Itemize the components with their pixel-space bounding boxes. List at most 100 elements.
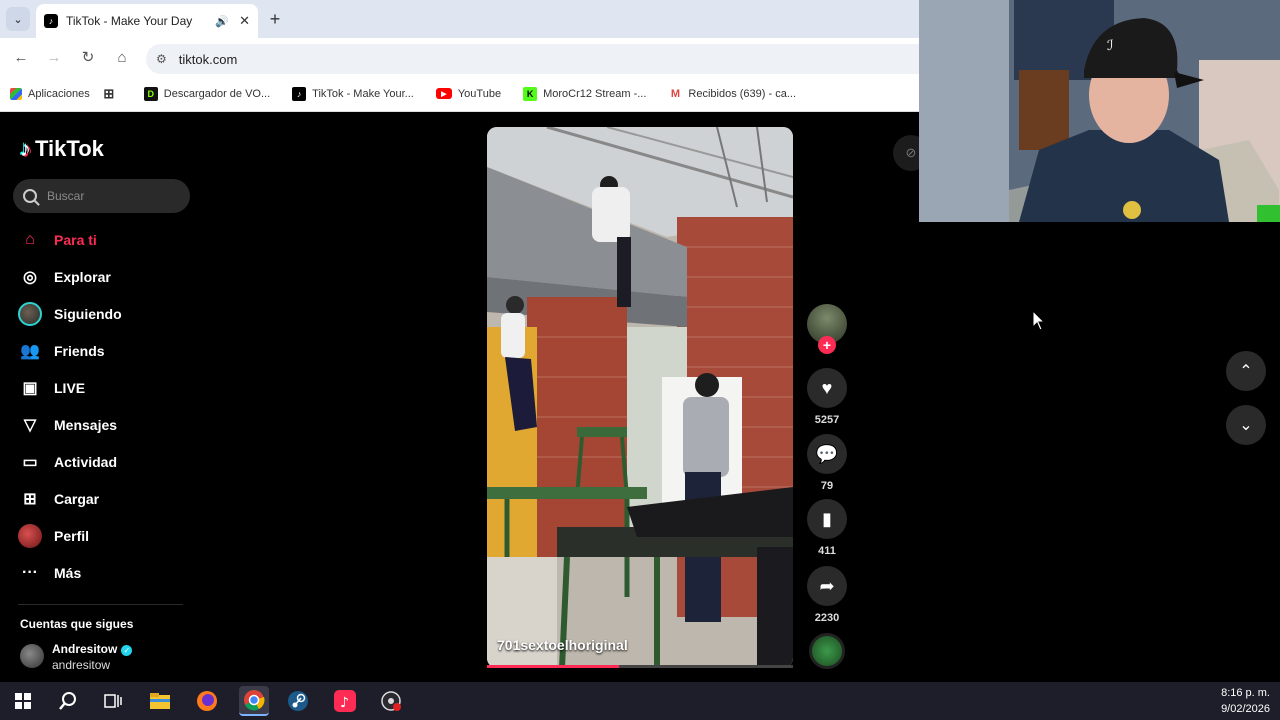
nav-item-cargar[interactable]: ⊞ Cargar (18, 484, 198, 514)
home-icon[interactable]: ⌂ (111, 46, 133, 68)
tiktok-logo-icon: ♪ (20, 136, 31, 161)
bookmark-gmail[interactable]: M Recibidos (639) - ca... (668, 86, 797, 101)
download-icon: D (143, 86, 158, 101)
comment-icon[interactable]: 💬 (807, 434, 847, 474)
nav-label: Perfil (54, 528, 90, 544)
apps-grid-icon (10, 87, 22, 100)
bookmarks-bar: Aplicaciones ⊞ D Descargador de VO... ♪ … (0, 76, 920, 112)
following-account[interactable]: Andresitow ✓ andresitow (20, 640, 133, 672)
nav-label: Más (54, 565, 82, 581)
nav-item-mensajes[interactable]: ▽ Mensajes (18, 410, 198, 440)
nav-label: Explorar (54, 269, 111, 285)
tiktok-favicon-icon: ♪ (44, 14, 58, 28)
compass-icon: ◎ (23, 269, 37, 286)
bookmark-icon[interactable]: ▮ (807, 499, 847, 539)
nav-item-mas[interactable]: ··· Más (18, 558, 198, 588)
youtube-icon: ▶ (435, 88, 452, 99)
firefox-icon[interactable] (192, 686, 222, 716)
following-section-title: Cuentas que sigues (20, 617, 134, 631)
bookmark-kick[interactable]: K MoroCr12 Stream -... (523, 86, 646, 101)
nav-item-friends[interactable]: 👥 Friends (18, 336, 198, 366)
share-arrow-icon[interactable]: ➦ (807, 566, 847, 606)
previous-video-button[interactable]: ⌃ (1226, 351, 1266, 391)
share-action[interactable]: ➦ 2230 (807, 566, 847, 624)
profile-avatar-icon (18, 524, 42, 548)
nav-item-explorar[interactable]: ◎ Explorar (18, 262, 198, 292)
bookmark-grid[interactable]: ⊞ (102, 86, 122, 101)
mouse-cursor-icon (1032, 310, 1046, 331)
taskbar-clock[interactable]: 8:16 p. m. 9/02/2026 (1221, 685, 1270, 717)
home-icon: ⌂ (25, 231, 35, 248)
bookmark-label: Aplicaciones (28, 87, 90, 100)
reload-icon[interactable]: ↻ (77, 46, 99, 68)
windows-start-icon[interactable] (8, 686, 38, 716)
search-input[interactable] (47, 189, 177, 203)
tiktok-icon: ♪ (292, 86, 307, 101)
upload-icon: ⊞ (23, 491, 37, 508)
browser-tab[interactable]: ♪ TikTok - Make Your Day 🔊 ✕ (36, 4, 258, 38)
site-info-icon[interactable]: ⚙ (156, 52, 167, 66)
nav-label: Para ti (54, 232, 97, 248)
bookmark-tiktok[interactable]: ♪ TikTok - Make Your... (292, 86, 414, 101)
live-icon: ▣ (22, 380, 38, 397)
nav-item-perfil[interactable]: Perfil (18, 521, 198, 551)
bookmark-label: YouTube (457, 87, 502, 100)
tiktok-logo[interactable]: ♪ TikTok (20, 136, 104, 162)
nav-item-actividad[interactable]: ▭ Actividad (18, 447, 198, 477)
comment-action[interactable]: 💬 79 (807, 434, 847, 492)
back-arrow-icon[interactable]: ← (10, 46, 32, 68)
follow-plus-icon[interactable]: + (818, 336, 836, 354)
forward-arrow-icon[interactable]: → (43, 46, 65, 68)
svg-text:♪: ♪ (340, 695, 349, 711)
friends-icon: 👥 (20, 343, 40, 360)
clock-time: 8:16 p. m. (1221, 687, 1270, 699)
bookmark-label: TikTok - Make Your... (312, 87, 414, 100)
nav-label: Mensajes (54, 417, 118, 433)
more-icon: ··· (22, 564, 38, 581)
account-username: andresitow (52, 658, 111, 672)
address-bar[interactable]: ⚙ tiktok.com (146, 44, 920, 74)
address-url: tiktok.com (178, 51, 238, 67)
video-player[interactable] (487, 127, 793, 668)
bookmark-label: Descargador de VO... (163, 87, 271, 100)
close-tab-icon[interactable]: ✕ (239, 13, 250, 29)
search-icon[interactable] (53, 686, 83, 716)
like-action[interactable]: ♥ 5257 (807, 368, 847, 426)
activity-icon: ▭ (22, 454, 38, 471)
bookmark-label: Recibidos (639) - ca... (688, 87, 797, 100)
send-icon: ▽ (23, 417, 37, 434)
chrome-icon[interactable] (239, 686, 269, 716)
video-progress-fill (487, 665, 619, 668)
next-video-button[interactable]: ⌄ (1226, 405, 1266, 445)
obs-recording-icon[interactable] (376, 686, 406, 716)
share-count: 2230 (814, 612, 840, 624)
tiktok-app-icon[interactable]: ♪ (330, 686, 360, 716)
nav-label: Actividad (54, 454, 118, 470)
file-explorer-icon[interactable] (145, 686, 175, 716)
nav-item-para-ti[interactable]: ⌂ Para ti (18, 225, 198, 255)
bookmark-downloader[interactable]: D Descargador de VO... (143, 86, 271, 101)
heart-icon[interactable]: ♥ (807, 368, 847, 408)
task-view-icon[interactable] (98, 686, 128, 716)
account-name: Andresitow (52, 642, 118, 656)
steam-icon[interactable] (283, 686, 313, 716)
save-count: 411 (818, 545, 836, 557)
nav-label: Cargar (54, 491, 100, 507)
bookmark-apps[interactable]: Aplicaciones (10, 87, 90, 100)
nav-item-siguiendo[interactable]: Siguiendo (18, 299, 198, 329)
svg-text:ℐ: ℐ (1107, 38, 1114, 54)
video-caption[interactable]: 701sextoelhoriginal (497, 637, 628, 653)
nav-item-live[interactable]: ▣ LIVE (18, 373, 198, 403)
webcam-image: ℐ (919, 0, 1280, 222)
save-action[interactable]: ▮ 411 (807, 499, 847, 557)
music-disc-icon[interactable] (809, 633, 845, 669)
bookmark-youtube[interactable]: ▶ YouTube (435, 87, 502, 100)
webcam-overlay: ℐ (919, 0, 1280, 222)
video-progress-bar[interactable] (487, 665, 793, 668)
search-box[interactable] (13, 179, 190, 213)
logo-text: TikTok (35, 136, 104, 161)
tab-search-button[interactable]: ⌄ (6, 7, 30, 31)
new-tab-button[interactable]: + (264, 8, 286, 30)
kick-icon: K (523, 86, 538, 101)
speaker-icon[interactable]: 🔊 (215, 15, 229, 28)
